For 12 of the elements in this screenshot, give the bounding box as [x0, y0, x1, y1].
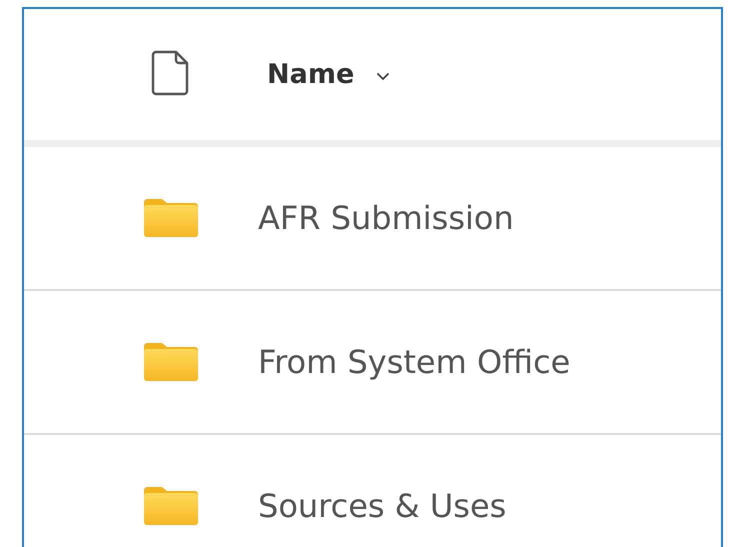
folder-icon: [142, 486, 198, 526]
chevron-down-icon[interactable]: [376, 72, 390, 81]
folder-icon: [142, 342, 198, 382]
folder-name[interactable]: Sources & Uses: [258, 487, 506, 525]
folder-name[interactable]: AFR Submission: [258, 199, 514, 237]
file-icon: [151, 50, 189, 96]
folder-row[interactable]: AFR Submission: [24, 147, 721, 291]
folder-row[interactable]: Sources & Uses: [24, 435, 721, 547]
folder-row[interactable]: From System Office: [24, 291, 721, 435]
name-column-header[interactable]: Name: [267, 59, 354, 90]
folder-name[interactable]: From System Office: [258, 343, 570, 381]
folder-icon: [142, 198, 198, 238]
